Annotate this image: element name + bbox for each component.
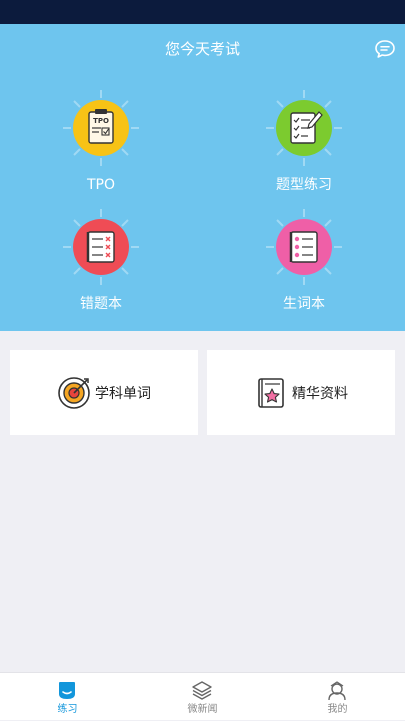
svg-text:TPO: TPO [93,117,109,125]
tab-profile[interactable]: 我的 [270,673,405,721]
feature-tpo-label: TPO [86,177,115,193]
tab-practice-label: 练习 [57,704,78,715]
card-subject-words[interactable]: 学科单词 [10,350,198,435]
feature-wrong-answers-label: 错题本 [80,296,122,312]
vocabulary-icon [266,209,342,285]
tab-profile-label: 我的 [327,704,348,715]
feature-question-types-label: 题型练习 [276,177,332,193]
tab-news-label: 微新闻 [187,704,218,715]
target-icon [58,376,90,409]
message-icon[interactable] [374,38,396,60]
status-bar [0,0,405,24]
wrong-answers-icon [63,209,139,285]
card-essential-materials-label: 精华资料 [292,385,348,402]
layers-icon [192,681,212,700]
book-star-icon [258,377,284,408]
checklist-pencil-icon [266,90,342,166]
feature-wrong-answers[interactable]: 错题本 [31,207,171,317]
tpo-clipboard-icon: TPO [63,90,139,166]
card-essential-materials[interactable]: 精华资料 [207,350,395,435]
tab-practice[interactable]: 练习 [0,673,135,721]
profile-icon [328,681,346,701]
card-subject-words-label: 学科单词 [95,385,151,402]
tab-news[interactable]: 微新闻 [135,673,270,721]
bottom-tab-bar: 练习 微新闻 我的 [0,672,405,720]
page-title: 您今天考试 [164,40,240,58]
practice-icon [59,682,75,699]
feature-vocabulary-label: 生词本 [283,296,325,312]
feature-tpo[interactable]: TPO TPO [31,88,171,198]
feature-question-types[interactable]: 题型练习 [234,88,374,198]
feature-vocabulary[interactable]: 生词本 [234,207,374,317]
